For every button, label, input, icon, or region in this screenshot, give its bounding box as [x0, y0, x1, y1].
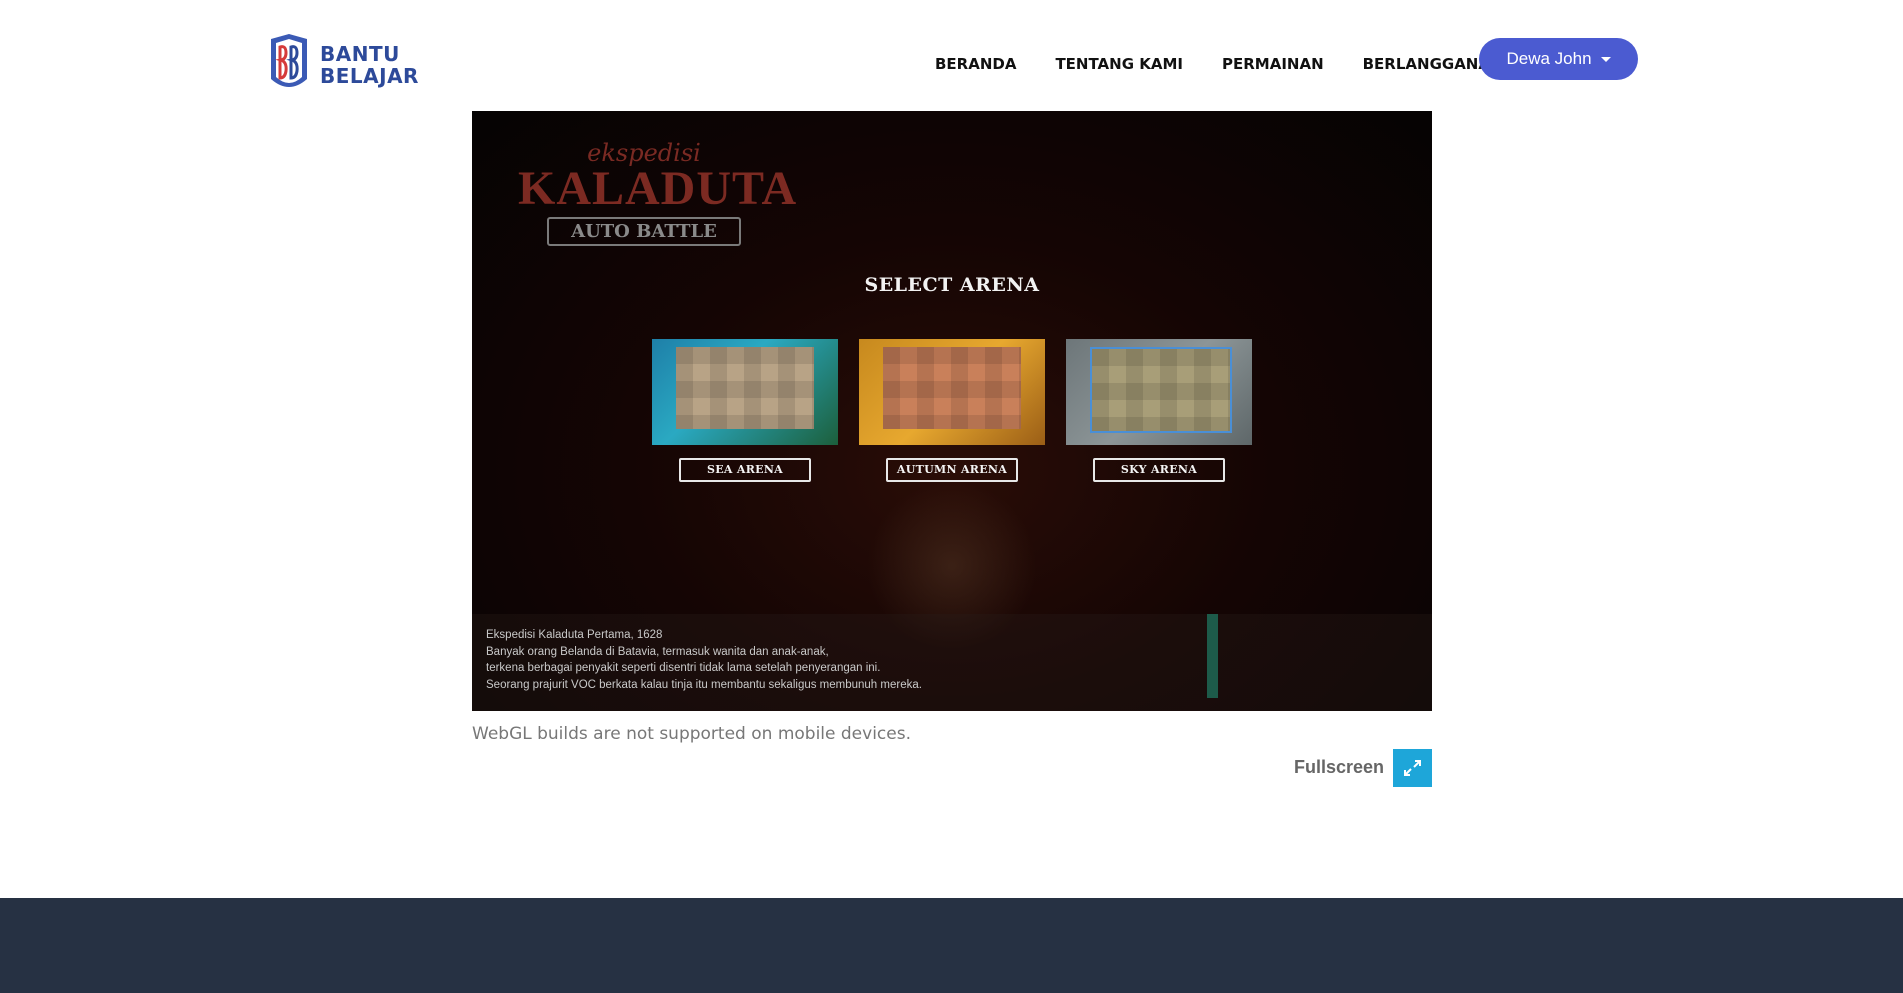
sky-arena-button[interactable]: SKY ARENA — [1093, 458, 1225, 482]
story-line: terkena berbagai penyakit seperti disent… — [486, 662, 881, 674]
webgl-notice: WebGL builds are not supported on mobile… — [472, 724, 911, 744]
caret-down-icon — [1600, 56, 1611, 62]
story-line: Ekspedisi Kaladuta Pertama, 1628 — [486, 629, 663, 641]
autumn-arena-button[interactable]: AUTUMN ARENA — [886, 458, 1018, 482]
arena-option-sky[interactable]: SKY ARENA — [1066, 339, 1252, 482]
sea-arena-button[interactable]: SEA ARENA — [679, 458, 811, 482]
nav-beranda[interactable]: BERANDA — [935, 55, 1016, 73]
fullscreen-button[interactable] — [1393, 749, 1432, 787]
main-nav: BERANDA TENTANG KAMI PERMAINAN BERLANGGA… — [935, 55, 1503, 73]
game-mode-badge: AUTO BATTLE — [547, 217, 741, 246]
logo-line-2: BELAJAR — [320, 64, 419, 88]
autumn-arena-thumbnail[interactable] — [859, 339, 1045, 445]
story-text: Ekspedisi Kaladuta Pertama, 1628 Banyak … — [486, 627, 922, 693]
arena-board — [1090, 347, 1232, 433]
expand-icon — [1404, 760, 1421, 776]
game-logo: ekspedisi KALADUTA AUTO BATTLE — [518, 141, 798, 256]
sky-arena-thumbnail[interactable] — [1066, 339, 1252, 445]
user-name: Dewa John — [1506, 49, 1592, 68]
game-logo-title: KALADUTA — [518, 162, 798, 215]
arena-options: SEA ARENA AUTUMN ARENA SKY ARENA — [652, 339, 1252, 482]
arena-board — [883, 347, 1021, 429]
logo-text: BANTU BELAJAR — [320, 43, 419, 87]
story-line: Seorang prajurit VOC berkata kalau tinja… — [486, 678, 922, 691]
fullscreen-label: Fullscreen — [1294, 757, 1385, 777]
site-logo[interactable]: BANTU BELAJAR — [267, 32, 427, 98]
bantu-belajar-shield-icon — [271, 34, 307, 87]
logo-line-1: BANTU — [320, 42, 400, 66]
loading-meter — [1207, 614, 1218, 698]
nav-permainan[interactable]: PERMAINAN — [1222, 55, 1324, 73]
user-dropdown-button[interactable]: Dewa John — [1479, 38, 1638, 80]
nav-tentang-kami[interactable]: TENTANG KAMI — [1055, 55, 1183, 73]
select-arena-title: SELECT ARENA — [864, 274, 1040, 296]
page-footer — [0, 898, 1903, 993]
arena-board — [676, 347, 814, 429]
sea-arena-thumbnail[interactable] — [652, 339, 838, 445]
arena-option-autumn[interactable]: AUTUMN ARENA — [859, 339, 1045, 482]
webgl-game-canvas[interactable]: ekspedisi KALADUTA AUTO BATTLE SELECT AR… — [472, 111, 1432, 711]
story-line: Banyak orang Belanda di Batavia, termasu… — [486, 645, 829, 658]
arena-option-sea[interactable]: SEA ARENA — [652, 339, 838, 482]
